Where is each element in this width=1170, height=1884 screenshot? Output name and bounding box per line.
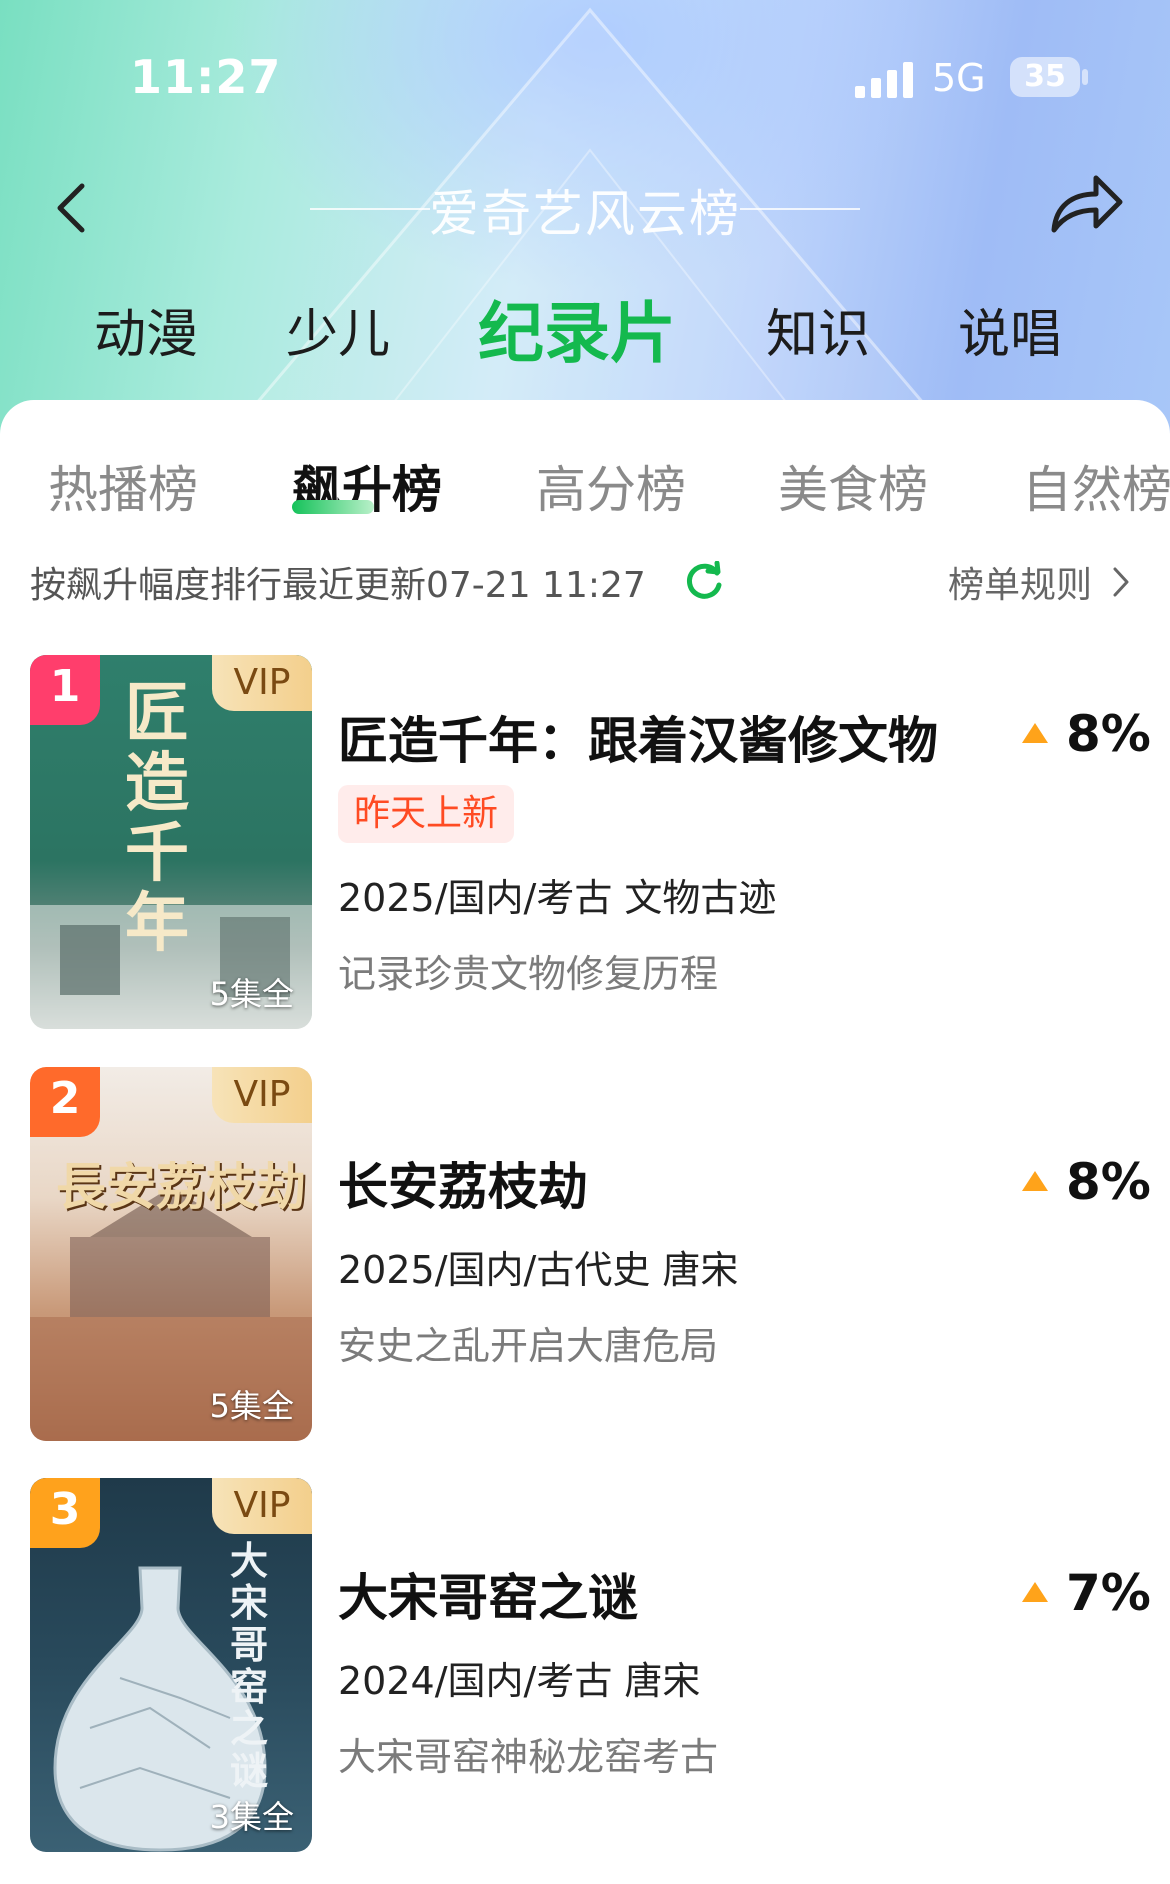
poster-image[interactable]: 匠造千年 1 VIP 5集全	[30, 655, 312, 1029]
episode-count: 3集全	[209, 1798, 294, 1836]
ranking-item[interactable]: 長安荔枝劫 2 VIP 5集全 长安荔枝劫 2025/国内/古代史 唐宋 安史之…	[0, 1067, 1170, 1441]
show-description: 安史之乱开启大唐危局	[338, 1324, 719, 1368]
category-tabs: 动漫 少儿 纪录片 知识 说唱	[0, 280, 1170, 372]
refresh-icon[interactable]	[684, 561, 724, 601]
poster-title-text: 匠造千年	[125, 676, 189, 961]
category-tab-kids[interactable]: 少儿	[286, 292, 390, 367]
poster-image[interactable]: 長安荔枝劫 2 VIP 5集全	[30, 1067, 312, 1441]
episode-count: 5集全	[209, 975, 294, 1013]
show-title[interactable]: 长安荔枝劫	[338, 1147, 588, 1219]
vip-badge: VIP	[212, 1067, 312, 1123]
ranking-item[interactable]: 匠造千年 1 VIP 5集全 匠造千年：跟着汉酱修文物 昨天上新 2025/国内…	[0, 655, 1170, 1029]
subtab-food[interactable]: 美食榜	[778, 450, 928, 522]
category-tab-rap[interactable]: 说唱	[958, 292, 1062, 367]
category-tab-knowledge[interactable]: 知识	[766, 292, 870, 367]
poster-title-text: 長安荔枝劫	[56, 1157, 306, 1216]
share-icon[interactable]	[1046, 170, 1126, 240]
show-description: 大宋哥窑神秘龙窑考古	[338, 1735, 719, 1779]
ranking-rules-link[interactable]: 榜单规则	[948, 556, 1092, 608]
episode-count: 5集全	[209, 1387, 294, 1425]
signal-icon	[855, 62, 913, 98]
vip-badge: VIP	[212, 655, 312, 711]
show-title[interactable]: 匠造千年：跟着汉酱修文物	[338, 701, 938, 773]
battery-level: 35	[1024, 59, 1066, 94]
rise-indicator: 8%	[1020, 705, 1151, 765]
title-bar: 爱奇艺风云榜	[0, 170, 1170, 243]
poster-image[interactable]: 大宋哥窑之谜 3 VIP 3集全	[30, 1478, 312, 1852]
rise-indicator: 7%	[1020, 1564, 1151, 1624]
battery-tip	[1082, 69, 1088, 85]
category-tab-anime[interactable]: 动漫	[94, 292, 198, 367]
page-title: 爱奇艺风云榜	[429, 185, 741, 243]
vip-badge: VIP	[212, 1478, 312, 1534]
new-badge: 昨天上新	[338, 785, 515, 843]
poster-title-text: 大宋哥窑之谜	[230, 1538, 269, 1793]
rank-badge: 2	[30, 1067, 100, 1137]
chevron-right-icon[interactable]	[1112, 566, 1130, 598]
battery-icon: 35	[1010, 57, 1080, 97]
network-type: 5G	[932, 56, 986, 100]
rise-indicator: 8%	[1020, 1153, 1151, 1213]
rank-badge: 1	[30, 655, 100, 725]
rise-value: 8%	[1066, 705, 1151, 763]
show-description: 记录珍贵文物修复历程	[338, 952, 719, 996]
category-tab-documentary[interactable]: 纪录片	[478, 280, 676, 376]
show-title[interactable]: 大宋哥窑之谜	[338, 1558, 638, 1630]
title-line-right	[740, 208, 860, 210]
show-meta: 2024/国内/考古 唐宋	[338, 1659, 701, 1703]
show-meta: 2025/国内/考古 文物古迹	[338, 876, 777, 920]
ranking-item[interactable]: 大宋哥窑之谜 3 VIP 3集全 大宋哥窑之谜 2024/国内/考古 唐宋 大宋…	[0, 1478, 1170, 1852]
subtab-nature[interactable]: 自然榜	[1022, 450, 1170, 522]
up-arrow-icon	[1022, 1171, 1048, 1191]
status-bar: 11:27 5G 35	[0, 46, 1170, 106]
up-arrow-icon	[1022, 1582, 1048, 1602]
ranking-info: 按飙升幅度排行最近更新07-21 11:27	[30, 565, 646, 606]
rank-badge: 3	[30, 1478, 100, 1548]
subtab-top-rated[interactable]: 高分榜	[536, 450, 686, 522]
up-arrow-icon	[1022, 723, 1048, 743]
subtab-hot[interactable]: 热播榜	[48, 450, 198, 522]
rise-value: 7%	[1066, 1564, 1151, 1622]
status-time: 11:27	[130, 50, 282, 104]
show-meta: 2025/国内/古代史 唐宋	[338, 1248, 739, 1292]
subtab-active-indicator	[292, 500, 374, 514]
rise-value: 8%	[1066, 1153, 1151, 1211]
